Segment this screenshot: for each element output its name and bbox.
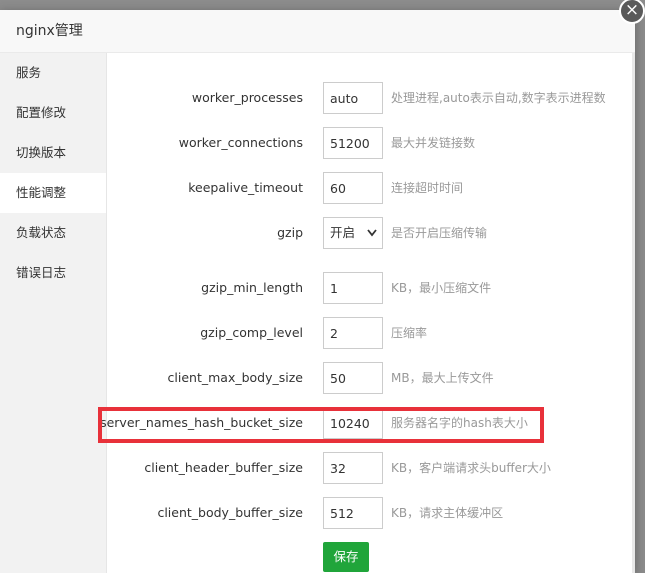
sidebar: 服务 配置修改 切换版本 性能调整 负载状态 错误日志 [0,53,107,573]
close-icon: × [624,0,640,20]
form-row-client-header-buffer-size: client_header_buffer_size KB，客户端请求头buffe… [107,452,635,484]
gzip-select[interactable]: 开启 [323,217,383,249]
worker-processes-input[interactable] [323,82,383,114]
highlight-box [98,407,544,443]
gzip-comp-level-input[interactable] [323,317,383,349]
sidebar-item-service[interactable]: 服务 [0,53,106,93]
dialog-title: nginx管理 [0,10,635,53]
field-help: 连接超时时间 [391,181,464,195]
sidebar-item-switch-version[interactable]: 切换版本 [0,133,106,173]
worker-connections-input[interactable] [323,127,383,159]
form-row-client-max-body-size: client_max_body_size MB，最大上传文件 [107,362,635,394]
form-row-client-body-buffer-size: client_body_buffer_size KB，请求主体缓冲区 [107,497,635,529]
keepalive-timeout-input[interactable] [323,172,383,204]
field-label: gzip [277,225,303,240]
gzip-min-length-input[interactable] [323,272,383,304]
field-help: 最大并发链接数 [391,136,476,150]
sidebar-item-error-log[interactable]: 错误日志 [0,253,106,293]
client-body-buffer-size-input[interactable] [323,497,383,529]
form-row-gzip: gzip 开启 是否开启压缩传输 [107,217,635,249]
form-row-worker-processes: worker_processes 处理进程,auto表示自动,数字表示进程数 [107,82,635,114]
field-help: KB，最小压缩文件 [391,281,492,295]
close-button[interactable]: × [619,0,645,24]
form-row-gzip-min-length: gzip_min_length KB，最小压缩文件 [107,272,635,304]
save-button[interactable]: 保存 [323,542,369,572]
client-header-buffer-size-input[interactable] [323,452,383,484]
chevron-down-icon [367,218,377,260]
field-label: keepalive_timeout [188,180,303,195]
gzip-selected-value: 开启 [330,225,356,240]
field-help: 处理进程,auto表示自动,数字表示进程数 [391,91,606,105]
field-label: client_body_buffer_size [157,505,303,520]
field-help: KB，客户端请求头buffer大小 [391,461,551,475]
field-help: 压缩率 [391,326,428,340]
field-help: KB，请求主体缓冲区 [391,506,504,520]
sidebar-item-config-edit[interactable]: 配置修改 [0,93,106,133]
form-row-gzip-comp-level: gzip_comp_level 压缩率 [107,317,635,349]
field-label: gzip_comp_level [200,325,303,340]
performance-form: worker_processes 处理进程,auto表示自动,数字表示进程数 w… [98,53,635,573]
field-help: MB，最大上传文件 [391,371,494,385]
scrollbar[interactable] [632,53,635,573]
field-label: gzip_min_length [201,280,303,295]
field-label: worker_connections [178,135,303,150]
field-label: worker_processes [191,90,303,105]
nginx-manager-dialog: nginx管理 服务 配置修改 切换版本 性能调整 负载状态 错误日志 work… [0,10,635,573]
field-label: client_header_buffer_size [144,460,303,475]
form-row-worker-connections: worker_connections 最大并发链接数 [107,127,635,159]
field-help: 是否开启压缩传输 [391,226,488,240]
field-label: client_max_body_size [167,370,303,385]
client-max-body-size-input[interactable] [323,362,383,394]
form-row-keepalive-timeout: keepalive_timeout 连接超时时间 [107,172,635,204]
sidebar-item-performance-tuning[interactable]: 性能调整 [0,173,106,213]
sidebar-item-load-status[interactable]: 负载状态 [0,213,106,253]
